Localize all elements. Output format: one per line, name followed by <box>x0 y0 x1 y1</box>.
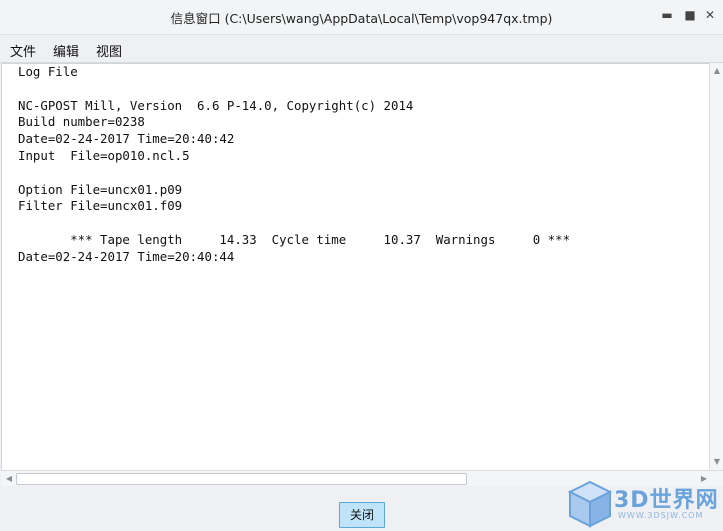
watermark-brand: 3D世界网 <box>614 488 719 513</box>
menu-bar: 文件 编辑 视图 <box>0 36 723 63</box>
window-title: 信息窗口 (C:\Users\wang\AppData\Local\Temp\v… <box>170 11 553 26</box>
log-line: NC-GPOST Mill, Version 6.6 P-14.0, Copyr… <box>18 97 414 113</box>
log-line: Build number=0238 <box>18 114 145 130</box>
close-window-button[interactable]: ✕ <box>700 5 720 25</box>
close-button[interactable]: 关闭 <box>339 502 385 528</box>
vertical-scrollbar[interactable]: ▲ ▼ <box>709 63 723 470</box>
log-line: Input File=op010.ncl.5 <box>18 147 190 163</box>
horizontal-scroll-thumb[interactable] <box>16 473 467 485</box>
info-window: 信息窗口 (C:\Users\wang\AppData\Local\Temp\v… <box>0 0 723 531</box>
log-text-area[interactable]: Log File NC-GPOST Mill, Version 6.6 P-14… <box>1 63 710 472</box>
maximize-button[interactable]: ■ <box>680 5 700 25</box>
watermark-url: WWW.3DSJW.COM <box>618 511 704 520</box>
log-line: Date=02-24-2017 Time=20:40:44 <box>18 248 235 264</box>
watermark-logo: 3D世界网 WWW.3DSJW.COM <box>566 478 721 530</box>
title-bar: 信息窗口 (C:\Users\wang\AppData\Local\Temp\v… <box>0 0 723 35</box>
minimize-button[interactable]: ▬ <box>657 5 677 25</box>
log-line: Option File=uncx01.p09 <box>18 181 183 197</box>
scroll-down-icon[interactable]: ▼ <box>710 456 723 468</box>
menu-view[interactable]: 视图 <box>96 41 122 60</box>
cube-logo-icon <box>567 480 613 528</box>
menu-file[interactable]: 文件 <box>10 41 36 60</box>
scroll-left-icon[interactable]: ◀ <box>3 472 15 485</box>
log-line: Filter File=uncx01.f09 <box>18 198 183 214</box>
scroll-up-icon[interactable]: ▲ <box>710 65 723 77</box>
log-line: *** Tape length 14.33 Cycle time 10.37 W… <box>18 231 571 247</box>
menu-edit[interactable]: 编辑 <box>53 41 79 60</box>
log-line: Date=02-24-2017 Time=20:40:42 <box>18 131 235 147</box>
log-line: Log File <box>18 64 78 79</box>
log-content: Log File NC-GPOST Mill, Version 6.6 P-14… <box>18 64 570 266</box>
